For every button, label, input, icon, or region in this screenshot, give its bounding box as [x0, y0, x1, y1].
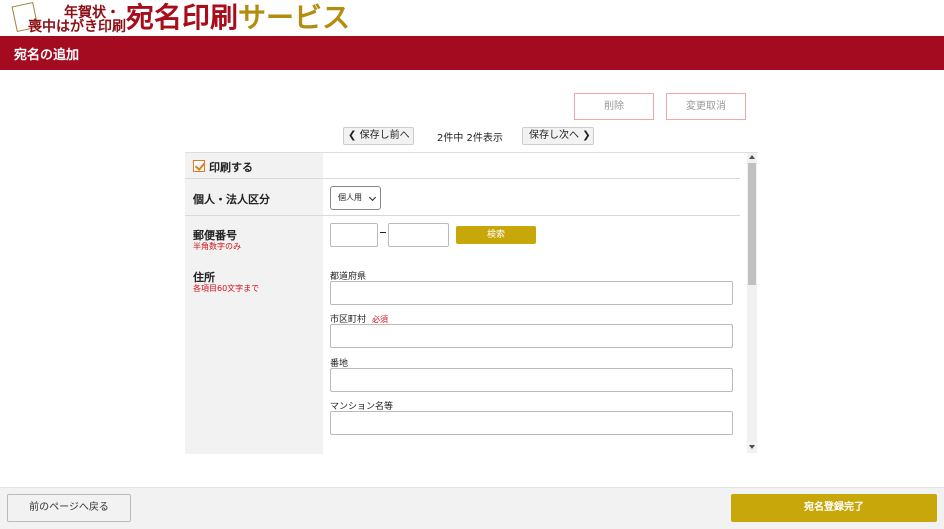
pager-info: 2件中 2件表示: [437, 133, 503, 144]
chevron-right-icon: ❯: [582, 130, 591, 141]
prefecture-input[interactable]: [330, 281, 733, 305]
row-divider: [185, 215, 740, 216]
address-form: 印刷する 個人・法人区分 個人用 郵便番号 半角数字のみ 検索 住所 各項目60…: [185, 152, 758, 454]
category-select[interactable]: 個人用: [330, 186, 381, 210]
zip-dash: [380, 232, 386, 233]
save-prev-label: 保存し前へ: [359, 130, 410, 141]
save-next-label: 保存し次へ: [529, 130, 579, 141]
chevron-down-icon: [368, 193, 377, 202]
print-label: 印刷する: [209, 161, 253, 174]
chevron-left-icon: ❮: [348, 130, 357, 141]
category-label: 個人・法人区分: [193, 193, 270, 206]
complete-registration-button[interactable]: 宛名登録完了: [731, 494, 937, 522]
page-title-bar: 宛名の追加: [0, 36, 944, 70]
row-divider: [185, 178, 740, 179]
cancel-changes-button[interactable]: 変更取消: [666, 93, 746, 120]
logo-main-gold: サービス: [238, 1, 351, 34]
category-selected: 個人用: [338, 193, 362, 202]
address-note: 各項目60文字まで: [193, 284, 260, 293]
page-title: 宛名の追加: [14, 48, 80, 63]
back-button[interactable]: 前のページへ戻る: [7, 494, 131, 522]
save-prev-button[interactable]: ❮ 保存し前へ: [343, 127, 414, 145]
required-badge: 必須: [372, 315, 389, 324]
zip-first-input[interactable]: [330, 223, 378, 247]
logo-main: 宛名印刷サービス: [126, 0, 350, 36]
city-input[interactable]: [330, 324, 733, 348]
save-next-button[interactable]: 保存し次へ ❯: [522, 127, 594, 145]
scroll-up-icon[interactable]: [749, 155, 755, 159]
delete-button[interactable]: 削除: [574, 93, 654, 120]
zip-note: 半角数字のみ: [193, 242, 241, 251]
site-logo: 年賀状・ 喪中はがき印刷 宛名印刷サービス: [6, 0, 406, 36]
scrollbar-thumb[interactable]: [748, 163, 756, 285]
building-input[interactable]: [330, 411, 733, 435]
logo-line-2: 喪中はがき印刷: [28, 19, 126, 35]
street-input[interactable]: [330, 368, 733, 392]
zip-search-button[interactable]: 検索: [456, 226, 536, 244]
print-checkbox[interactable]: [193, 160, 205, 172]
scroll-down-icon[interactable]: [749, 445, 755, 449]
logo-main-red: 宛名印刷: [126, 1, 239, 34]
zip-second-input[interactable]: [388, 223, 449, 247]
